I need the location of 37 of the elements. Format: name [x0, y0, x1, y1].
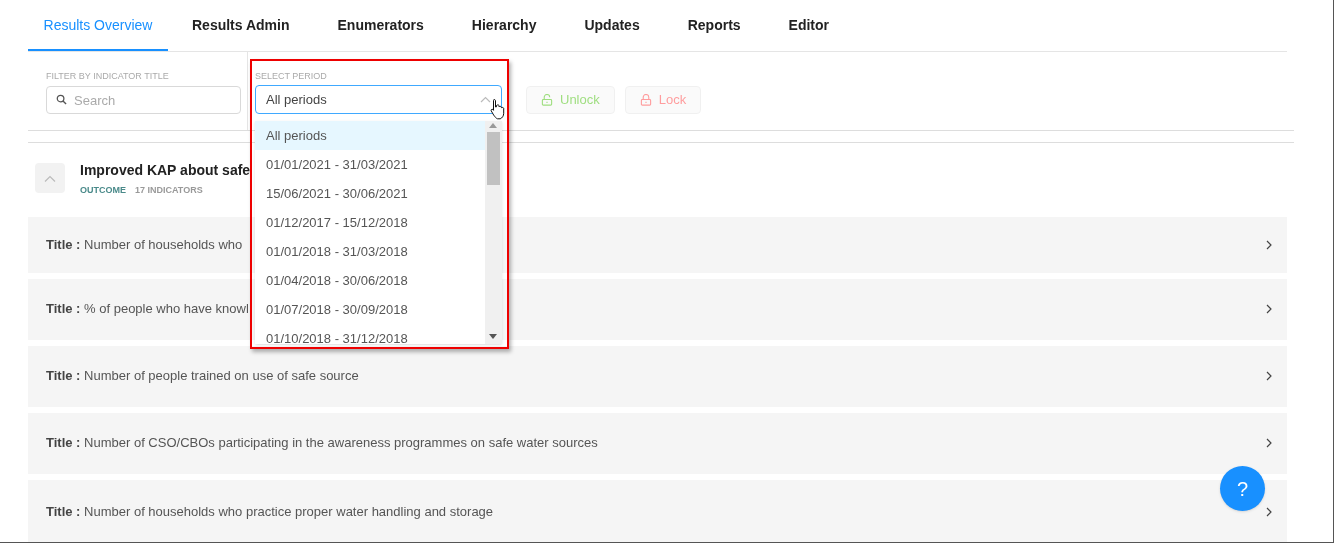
tab[interactable]: Reports — [663, 0, 765, 51]
indicator-row[interactable]: Title : Number of CSO/CBOs participating in the awareness programmes on safe water sources — [28, 412, 1287, 474]
filter-label: FILTER BY INDICATOR TITLE — [46, 70, 170, 83]
chevron-right-icon — [1266, 438, 1272, 448]
padlock-icon — [639, 94, 652, 106]
indicator-title: Title : Number of CSO/CBOs participating in the awareness programmes on safe water sources — [46, 434, 598, 453]
indicator-title: Title : Number of households who — [46, 235, 243, 254]
collapse-button[interactable] — [35, 163, 65, 193]
result-title: Improved KAP about safe — [80, 162, 251, 178]
search-field[interactable]: Search — [46, 86, 241, 114]
dropdown-option[interactable]: All periods — [255, 121, 485, 150]
result-type: OUTCOME — [80, 184, 126, 197]
scroll-up-icon[interactable] — [489, 123, 497, 128]
indicator-title: Title : Number of households who practice proper water handling and storage — [46, 502, 494, 521]
chevron-right-icon — [1266, 506, 1272, 517]
tab[interactable]: Hierarchy — [447, 0, 561, 51]
search-icon — [56, 94, 67, 105]
period-select[interactable]: All periods — [255, 85, 502, 114]
chevron-right-icon — [1266, 304, 1272, 314]
open-padlock-icon — [541, 94, 553, 106]
hand-cursor-icon — [490, 98, 506, 120]
scrollbar[interactable] — [485, 121, 502, 344]
tab[interactable]: Editor — [764, 0, 854, 51]
period-label: SELECT PERIOD — [255, 70, 328, 83]
tab[interactable]: Results Admin — [168, 0, 314, 51]
scroll-thumb[interactable] — [487, 132, 500, 185]
indicator-title: Title : Number of people trained on use of safe source — [46, 367, 359, 386]
indicator-row[interactable]: Title : Number of people trained on use of safe source — [28, 345, 1287, 407]
indicator-title: Title : % of people who have knowl — [46, 300, 249, 319]
tab[interactable]: Updates — [560, 0, 664, 51]
chevron-right-icon — [1266, 371, 1272, 381]
indicator-count: 17 INDICATORS — [135, 184, 203, 197]
tab[interactable]: Enumerators — [313, 0, 448, 51]
dropdown-option[interactable]: 01/10/2018 - 31/12/2018 — [255, 324, 485, 344]
scroll-down-icon[interactable] — [489, 334, 497, 339]
chevron-right-icon — [1266, 239, 1272, 250]
chevron-up-icon — [44, 174, 56, 182]
